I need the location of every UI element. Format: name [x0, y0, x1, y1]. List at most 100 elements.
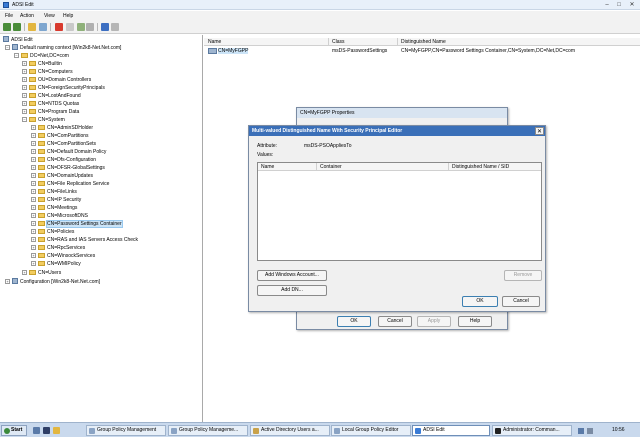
add-dn-button[interactable]: Add DN... — [257, 285, 327, 296]
properties-cancel-button[interactable]: Cancel — [378, 316, 412, 327]
expand-icon[interactable]: + — [22, 61, 27, 66]
tree-item[interactable]: + CN=ForeignSecurityPrincipals — [22, 84, 105, 92]
tree-item[interactable]: + CN=Computers — [22, 68, 73, 76]
tree-item[interactable]: + CN=DFSR-GlobalSettings — [31, 164, 105, 172]
tree-item[interactable]: + CN=File Replication Service — [31, 180, 109, 188]
expand-icon[interactable]: + — [22, 93, 27, 98]
tree-item[interactable]: + CN=IP Security — [31, 196, 81, 204]
properties-help-button[interactable]: Help — [458, 316, 492, 327]
add-windows-account-button[interactable]: Add Windows Account... — [257, 270, 327, 281]
menu-file[interactable]: File — [5, 13, 13, 19]
tree-item-password-settings-container[interactable]: + CN=Password Settings Container — [31, 220, 123, 228]
menu-action[interactable]: Action — [20, 13, 34, 19]
tree-item[interactable]: + CN=RpcServices — [31, 244, 85, 252]
taskbar-button-active-directory-users[interactable]: Active Directory Users a... — [250, 425, 330, 436]
tree-item[interactable]: + CN=LostAndFound — [22, 92, 81, 100]
taskbar-button-adsi-edit[interactable]: ADSI Edit — [412, 425, 490, 436]
editor-ok-button[interactable]: OK — [462, 296, 498, 307]
column-header-dn-sid[interactable]: Distinguished Name / SID — [452, 164, 509, 170]
expand-icon[interactable]: + — [31, 173, 36, 178]
menu-help[interactable]: Help — [63, 13, 73, 19]
expand-icon[interactable]: + — [31, 221, 36, 226]
network-icon[interactable] — [578, 428, 584, 434]
tree-pane[interactable]: ADSI Edit − Default naming context [Win2k… — [0, 35, 203, 422]
values-listview[interactable]: Name Container Distinguished Name / SID — [257, 162, 542, 261]
forward-arrow-icon[interactable] — [13, 23, 21, 31]
tree-item[interactable]: + CN=RAS and IAS Servers Access Check — [31, 236, 138, 244]
collapse-icon[interactable]: − — [22, 117, 27, 122]
table-row[interactable]: CN=MyFGPP msDS-PasswordSettings CN=MyFGP… — [204, 47, 640, 55]
tree-item[interactable]: + CN=ComPartitionSets — [31, 140, 96, 148]
delete-icon[interactable] — [55, 23, 63, 31]
tree-domain[interactable]: − DC=Net,DC=com — [14, 52, 69, 60]
tree-item[interactable]: + CN=MicrosoftDNS — [31, 212, 88, 220]
expand-icon[interactable]: + — [31, 157, 36, 162]
expand-icon[interactable]: + — [31, 141, 36, 146]
column-header-container[interactable]: Container — [320, 164, 342, 170]
expand-icon[interactable]: + — [31, 189, 36, 194]
expand-icon[interactable]: + — [22, 109, 27, 114]
tree-configuration[interactable]: + Configuration [Win2k8-Net.Net.com] — [5, 278, 100, 286]
tree-item-system[interactable]: − CN=System — [22, 116, 65, 124]
taskbar-button-local-group-policy-editor[interactable]: Local Group Policy Editor — [331, 425, 411, 436]
expand-icon[interactable]: + — [31, 245, 36, 250]
tree-root[interactable]: ADSI Edit — [3, 36, 33, 44]
tree-item[interactable]: + CN=Dfs-Configuration — [31, 156, 96, 164]
tree-item[interactable]: + CN=FileLinks — [31, 188, 77, 196]
tree-item-users[interactable]: + CN=Users — [22, 269, 61, 277]
tree-item[interactable]: + CN=Policies — [31, 228, 74, 236]
column-header-name[interactable]: Name — [208, 39, 221, 45]
column-header-name[interactable]: Name — [261, 164, 274, 170]
expand-icon[interactable]: + — [31, 149, 36, 154]
column-divider[interactable] — [316, 163, 317, 171]
expand-icon[interactable]: + — [31, 237, 36, 242]
tree-item[interactable]: + CN=NTDS Quotas — [22, 100, 79, 108]
volume-icon[interactable] — [587, 428, 593, 434]
column-header-class[interactable]: Class — [332, 39, 345, 45]
export-list-icon[interactable] — [86, 23, 94, 31]
refresh-icon[interactable] — [77, 23, 85, 31]
up-folder-icon[interactable] — [28, 23, 36, 31]
expand-icon[interactable]: + — [22, 85, 27, 90]
clock[interactable]: 10:56 PM — [612, 425, 630, 437]
maximize-button[interactable]: □ — [614, 1, 624, 9]
expand-icon[interactable]: + — [5, 279, 10, 284]
show-hide-tree-icon[interactable] — [39, 23, 47, 31]
collapse-icon[interactable]: − — [14, 53, 19, 58]
start-button[interactable]: Start — [1, 425, 27, 436]
tree-item[interactable]: + CN=ComPartitions — [31, 132, 89, 140]
expand-icon[interactable]: + — [22, 77, 27, 82]
expand-icon[interactable]: + — [31, 213, 36, 218]
menu-view[interactable]: View — [44, 13, 55, 19]
explorer-icon[interactable] — [53, 427, 60, 434]
tree-item[interactable]: + CN=WinsockServices — [31, 252, 95, 260]
expand-icon[interactable]: + — [31, 205, 36, 210]
back-arrow-icon[interactable] — [3, 23, 11, 31]
expand-icon[interactable]: + — [22, 101, 27, 106]
expand-icon[interactable]: + — [31, 133, 36, 138]
taskbar-button-group-policy-management[interactable]: Group Policy Management — [86, 425, 166, 436]
expand-icon[interactable]: + — [31, 181, 36, 186]
expand-icon[interactable]: + — [22, 270, 27, 275]
editor-cancel-button[interactable]: Cancel — [502, 296, 540, 307]
help-icon[interactable] — [101, 23, 109, 31]
expand-icon[interactable]: + — [22, 69, 27, 74]
tree-item[interactable]: + CN=AdminSDHolder — [31, 124, 93, 132]
tree-item[interactable]: + CN=Meetings — [31, 204, 77, 212]
expand-icon[interactable]: + — [31, 261, 36, 266]
tree-item[interactable]: + CN=DomainUpdates — [31, 172, 93, 180]
tree-default-naming-context[interactable]: − Default naming context [Win2k8-Net.Net.… — [5, 44, 121, 52]
remove-button[interactable]: Remove — [504, 270, 542, 281]
column-header-dn[interactable]: Distinguished Name — [401, 39, 446, 45]
server-manager-icon[interactable] — [33, 427, 40, 434]
tree-item[interactable]: + CN=Program Data — [22, 108, 79, 116]
expand-icon[interactable]: + — [31, 165, 36, 170]
powershell-icon[interactable] — [43, 427, 50, 434]
taskbar-button-administrator-command[interactable]: Administrator: Comman... — [492, 425, 572, 436]
properties-apply-button[interactable]: Apply — [417, 316, 451, 327]
expand-icon[interactable]: + — [31, 125, 36, 130]
expand-icon[interactable]: + — [31, 253, 36, 258]
tree-item[interactable]: + OU=Domain Controllers — [22, 76, 91, 84]
minimize-button[interactable]: – — [602, 1, 612, 9]
expand-icon[interactable]: + — [31, 197, 36, 202]
